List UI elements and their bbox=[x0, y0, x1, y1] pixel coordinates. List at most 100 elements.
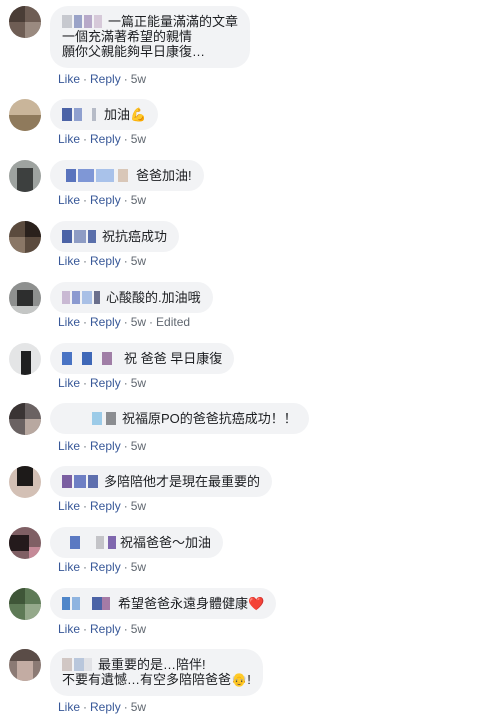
separator: · bbox=[123, 560, 128, 574]
comment-bubble: 一篇正能量滿滿的文章 一個充滿著希望的親情 願你父親能夠早日康復… bbox=[50, 6, 251, 68]
old-man-emoji-icon: 👴 bbox=[231, 672, 248, 687]
comment-text: 一個充滿著希望的親情 bbox=[62, 29, 193, 44]
reply-link[interactable]: Reply bbox=[90, 622, 121, 636]
like-link[interactable]: Like bbox=[58, 439, 80, 453]
edited-label[interactable]: Edited bbox=[156, 315, 190, 329]
separator: · bbox=[123, 132, 128, 146]
avatar[interactable] bbox=[9, 403, 41, 435]
comment-bubble: 加油💪 bbox=[50, 99, 159, 130]
comment-text: 願你父親能夠早日康復… bbox=[62, 44, 206, 59]
timestamp[interactable]: 5w bbox=[131, 315, 146, 329]
comment-list: 一篇正能量滿滿的文章 一個充滿著希望的親情 願你父親能夠早日康復… Like · R… bbox=[0, 0, 497, 717]
redacted-username[interactable] bbox=[62, 169, 134, 182]
redacted-username[interactable] bbox=[62, 536, 118, 549]
comment-actions: Like · Reply · 5w bbox=[58, 499, 146, 513]
like-link[interactable]: Like bbox=[58, 193, 80, 207]
avatar[interactable] bbox=[9, 343, 41, 375]
like-link[interactable]: Like bbox=[58, 622, 80, 636]
comment-text: 祝福爸爸～加油 bbox=[120, 535, 212, 550]
separator: · bbox=[123, 622, 128, 636]
timestamp[interactable]: 5w bbox=[131, 439, 146, 453]
reply-link[interactable]: Reply bbox=[90, 439, 121, 453]
separator: · bbox=[83, 439, 88, 453]
like-link[interactable]: Like bbox=[58, 254, 80, 268]
like-link[interactable]: Like bbox=[58, 376, 80, 390]
comment-text: 祝抗癌成功 bbox=[102, 229, 168, 244]
timestamp[interactable]: 5w bbox=[131, 376, 146, 390]
like-link[interactable]: Like bbox=[58, 499, 80, 513]
separator: · bbox=[83, 193, 88, 207]
like-link[interactable]: Like bbox=[58, 72, 80, 86]
avatar[interactable] bbox=[9, 466, 41, 498]
redacted-username[interactable] bbox=[62, 352, 122, 365]
timestamp[interactable]: 5w bbox=[131, 560, 146, 574]
reply-link[interactable]: Reply bbox=[90, 193, 121, 207]
comment-bubble: 祝福爸爸～加油 bbox=[50, 527, 224, 558]
like-link[interactable]: Like bbox=[58, 560, 80, 574]
timestamp[interactable]: 5w bbox=[131, 499, 146, 513]
comment-bubble: 祝 爸爸 早日康復 bbox=[50, 343, 235, 374]
avatar[interactable] bbox=[9, 99, 41, 131]
redacted-username[interactable] bbox=[62, 475, 102, 488]
separator: · bbox=[83, 499, 88, 513]
separator: · bbox=[83, 560, 88, 574]
redacted-username[interactable] bbox=[62, 291, 104, 304]
comment-text-trailing: ! bbox=[247, 672, 251, 687]
comment-actions: Like · Reply · 5w bbox=[58, 560, 146, 574]
redacted-username[interactable] bbox=[62, 230, 100, 243]
timestamp[interactable]: 5w bbox=[131, 622, 146, 636]
redacted-username[interactable] bbox=[62, 658, 96, 671]
reply-link[interactable]: Reply bbox=[90, 132, 121, 146]
like-link[interactable]: Like bbox=[58, 132, 80, 146]
timestamp[interactable]: 5w bbox=[131, 193, 146, 207]
avatar[interactable] bbox=[9, 221, 41, 253]
separator: · bbox=[83, 622, 88, 636]
comment-actions: Like · Reply · 5w bbox=[58, 622, 146, 636]
separator: · bbox=[123, 254, 128, 268]
avatar[interactable] bbox=[9, 527, 41, 559]
reply-link[interactable]: Reply bbox=[90, 254, 121, 268]
comment-text: 希望爸爸永遠身體健康 bbox=[118, 596, 249, 611]
reply-link[interactable]: Reply bbox=[90, 499, 121, 513]
avatar[interactable] bbox=[9, 588, 41, 620]
like-link[interactable]: Like bbox=[58, 700, 80, 714]
redacted-username[interactable] bbox=[62, 412, 120, 425]
separator: · bbox=[83, 700, 88, 714]
comment-bubble: 最重要的是…陪伴! 不要有遺憾…有空多陪陪爸爸👴! bbox=[50, 649, 263, 696]
comment-actions: Like · Reply · 5w bbox=[58, 72, 146, 86]
comment-actions: Like · Reply · 5w bbox=[58, 193, 146, 207]
redacted-username[interactable] bbox=[62, 108, 102, 121]
comment-actions: Like · Reply · 5w bbox=[58, 254, 146, 268]
like-link[interactable]: Like bbox=[58, 315, 80, 329]
comment-text: 祝福原PO的爸爸抗癌成功！！ bbox=[122, 411, 297, 426]
comment-text: 多陪陪他才是現在最重要的 bbox=[104, 474, 261, 489]
avatar[interactable] bbox=[9, 160, 41, 192]
comment-bubble: 希望爸爸永遠身體健康❤️ bbox=[50, 588, 277, 619]
timestamp[interactable]: 5w bbox=[131, 254, 146, 268]
reply-link[interactable]: Reply bbox=[90, 700, 121, 714]
reply-link[interactable]: Reply bbox=[90, 72, 121, 86]
comment-text: 心酸酸的.加油哦 bbox=[106, 290, 201, 305]
separator: · bbox=[123, 439, 128, 453]
reply-link[interactable]: Reply bbox=[90, 376, 121, 390]
comment-actions: Like · Reply · 5w bbox=[58, 700, 146, 714]
comment-text: 一篇正能量滿滿的文章 bbox=[108, 14, 239, 29]
avatar[interactable] bbox=[9, 282, 41, 314]
timestamp[interactable]: 5w bbox=[131, 700, 146, 714]
comment-text: 不要有遺憾…有空多陪陪爸爸 bbox=[62, 672, 232, 687]
reply-link[interactable]: Reply bbox=[90, 315, 121, 329]
separator: · bbox=[83, 72, 88, 86]
reply-link[interactable]: Reply bbox=[90, 560, 121, 574]
comment-text: 最重要的是…陪伴! bbox=[98, 657, 206, 672]
separator: · bbox=[83, 315, 88, 329]
avatar[interactable] bbox=[9, 6, 41, 38]
comment-bubble: 多陪陪他才是現在最重要的 bbox=[50, 466, 273, 497]
redacted-username[interactable] bbox=[62, 15, 106, 28]
redacted-username[interactable] bbox=[62, 597, 116, 610]
timestamp[interactable]: 5w bbox=[131, 132, 146, 146]
separator: · bbox=[123, 376, 128, 390]
avatar[interactable] bbox=[9, 649, 41, 681]
timestamp[interactable]: 5w bbox=[131, 72, 146, 86]
comment-actions: Like · Reply · 5w bbox=[58, 439, 146, 453]
comment-text: 爸爸加油! bbox=[136, 168, 192, 183]
